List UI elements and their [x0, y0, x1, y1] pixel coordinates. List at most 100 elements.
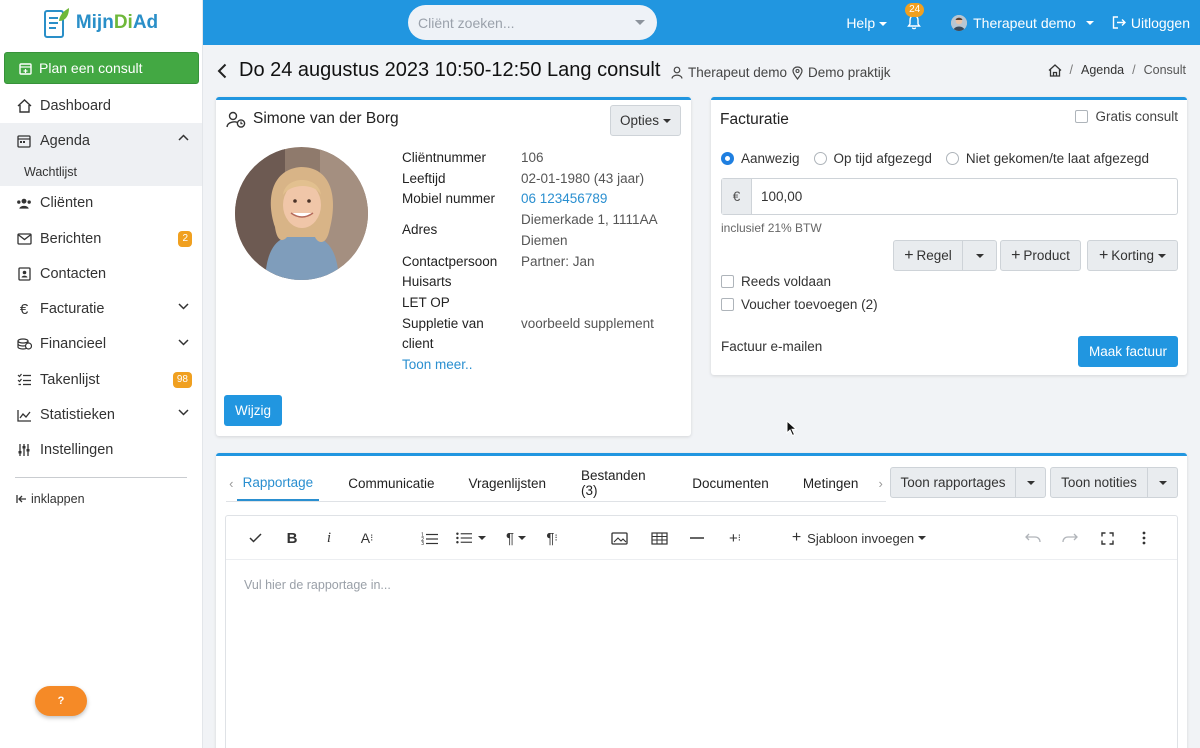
add-discount-button[interactable]: + Korting	[1087, 240, 1178, 271]
show-notes-button[interactable]: Toon notities	[1050, 467, 1148, 498]
show-notes-dropdown[interactable]	[1148, 467, 1178, 498]
sidebar-subitem-wachtlijst[interactable]: Wachtlijst	[0, 158, 202, 186]
sidebar-item-label: Cliënten	[40, 195, 94, 212]
add-line-group: + Regel	[893, 240, 997, 271]
vat-note: inclusief 21% BTW	[721, 221, 822, 235]
text-size-icon[interactable]: A ⁝	[356, 528, 378, 548]
collapse-sidebar-button[interactable]: inklappen	[0, 489, 202, 509]
report-editor: B i A ⁝ 123 ¶ ¶ ⁝ + ⁝ + Sjabloon invoegen Vu…	[225, 515, 1178, 748]
chart-icon	[16, 407, 32, 423]
label-contactpersoon: Contactpersoon	[402, 253, 498, 269]
italic-icon[interactable]: i	[320, 528, 338, 548]
tab-communicatie[interactable]: Communicatie	[319, 465, 451, 501]
sidebar-item-takenlijst[interactable]: Takenlijst 98	[0, 362, 202, 397]
help-floating-button[interactable]: ?	[35, 686, 87, 716]
free-consult-checkbox[interactable]: Gratis consult	[1075, 109, 1178, 124]
editor-toolbar: B i A ⁝ 123 ¶ ¶ ⁝ + ⁝ + Sjabloon invoegen	[226, 516, 1177, 560]
client-photo	[235, 147, 368, 280]
page-title: Do 24 augustus 2023 10:50-12:50 Lang con…	[239, 59, 661, 81]
insert-more-icon[interactable]: + ⁝	[723, 528, 747, 548]
chevron-down-icon	[178, 303, 189, 311]
bold-icon[interactable]: B	[283, 528, 301, 548]
fullscreen-icon[interactable]	[1097, 528, 1117, 548]
caret-down-icon	[975, 253, 984, 258]
bullet-list-icon[interactable]	[456, 528, 486, 548]
logout-button[interactable]: Uitloggen	[1112, 15, 1190, 31]
tabs-right-arrow-icon[interactable]: ›	[875, 476, 886, 491]
chevron-up-icon	[178, 134, 189, 141]
sidebar-item-label: Financieel	[40, 336, 107, 353]
tab-documenten[interactable]: Documenten	[673, 465, 786, 501]
user-menu[interactable]: Therapeut demo	[951, 14, 1094, 31]
paragraph-icon[interactable]: ¶	[504, 528, 528, 548]
edit-client-button[interactable]: Wijzig	[224, 395, 282, 426]
paid-checkbox[interactable]: Reeds voldaan	[721, 274, 831, 289]
tab-metingen[interactable]: Metingen	[786, 465, 876, 501]
sidebar-item-statistieken[interactable]: Statistieken	[0, 397, 202, 432]
show-more-link[interactable]: Toon meer..	[402, 355, 473, 376]
logo[interactable]: MijnDiAd	[0, 0, 202, 45]
more-options-icon[interactable]	[1134, 528, 1154, 548]
radio-op-tijd-afgezegd[interactable]: Op tijd afgezegd	[813, 151, 932, 166]
tab-rapportage[interactable]: Rapportage	[236, 465, 320, 501]
redo-icon[interactable]	[1060, 528, 1080, 548]
notifications-button[interactable]: 24	[905, 2, 925, 32]
image-icon[interactable]	[609, 528, 629, 548]
insert-template-button[interactable]: + Sjabloon invoegen	[789, 528, 929, 548]
value-contactpersoon: Partner: Jan	[521, 253, 595, 269]
undo-icon[interactable]	[1023, 528, 1043, 548]
ordered-list-icon[interactable]: 123	[419, 528, 439, 548]
sidebar-item-clienten[interactable]: Cliënten	[0, 186, 202, 221]
add-line-button[interactable]: + Regel	[893, 240, 963, 271]
amount-field[interactable]: € 100,00	[721, 178, 1178, 215]
sidebar-item-berichten[interactable]: Berichten 2	[0, 221, 202, 256]
caret-down-icon	[879, 21, 888, 26]
email-invoice-label[interactable]: Factuur e-mailen	[721, 339, 822, 354]
paragraph-format-icon[interactable]: ¶ ⁝	[541, 528, 563, 548]
add-product-button[interactable]: + Product	[1000, 240, 1081, 271]
home-icon[interactable]	[1048, 63, 1062, 77]
caret-down-icon	[663, 118, 672, 123]
plus-icon: +	[1011, 246, 1021, 264]
sidebar-item-dashboard[interactable]: Dashboard	[0, 88, 202, 123]
logout-icon	[1112, 16, 1126, 29]
tab-vragenlijsten[interactable]: Vragenlijsten	[451, 465, 563, 501]
report-text-area[interactable]: Vul hier de rapportage in...	[244, 578, 391, 592]
make-invoice-button[interactable]: Maak factuur	[1078, 336, 1178, 367]
client-options-button[interactable]: Opties	[610, 105, 681, 136]
table-icon[interactable]	[649, 528, 669, 548]
value-mobiel-link[interactable]: 06 123456789	[521, 189, 607, 210]
radio-niet-gekomen[interactable]: Niet gekomen/te laat afgezegd	[945, 151, 1149, 166]
sidebar-item-agenda[interactable]: Agenda	[0, 123, 202, 159]
back-arrow-icon[interactable]	[217, 63, 227, 79]
breadcrumb-agenda[interactable]: Agenda	[1081, 63, 1124, 77]
horizontal-rule-icon[interactable]	[687, 528, 707, 548]
voucher-checkbox[interactable]: Voucher toevoegen (2)	[721, 297, 878, 312]
sidebar-item-instellingen[interactable]: Instellingen	[0, 433, 202, 468]
show-reports-dropdown[interactable]	[1016, 467, 1046, 498]
plan-consult-button[interactable]: Plan een consult	[4, 52, 199, 84]
check-icon[interactable]	[246, 528, 264, 548]
tabs-left-arrow-icon[interactable]: ‹	[226, 476, 237, 491]
help-menu[interactable]: Help	[846, 15, 888, 31]
logout-label: Uitloggen	[1130, 14, 1190, 31]
caret-down-icon	[1085, 20, 1094, 25]
user-avatar	[951, 14, 968, 31]
envelope-icon	[16, 231, 32, 247]
show-reports-button[interactable]: Toon rapportages	[890, 467, 1016, 498]
plus-icon: +	[904, 246, 914, 264]
caret-down-icon	[1158, 480, 1167, 485]
chevron-down-icon	[178, 339, 189, 346]
sidebar-item-facturatie[interactable]: € Facturatie	[0, 291, 202, 326]
add-line-dropdown[interactable]	[963, 240, 997, 271]
tab-bestanden[interactable]: Bestanden (3)	[563, 465, 673, 501]
radio-aanwezig[interactable]: Aanwezig	[721, 151, 800, 166]
sidebar-item-financieel[interactable]: Financieel	[0, 327, 202, 362]
map-pin-icon	[792, 65, 803, 80]
sidebar-item-contacten[interactable]: Contacten	[0, 256, 202, 291]
sidebar: MijnDiAd Plan een consult Dashboard Agen…	[0, 0, 203, 748]
client-search-input[interactable]: Cliënt zoeken...	[408, 5, 657, 40]
svg-text:3: 3	[421, 541, 424, 545]
value-clientnummer: 106	[521, 150, 544, 165]
therapist-meta: Therapeut demo	[671, 65, 787, 80]
